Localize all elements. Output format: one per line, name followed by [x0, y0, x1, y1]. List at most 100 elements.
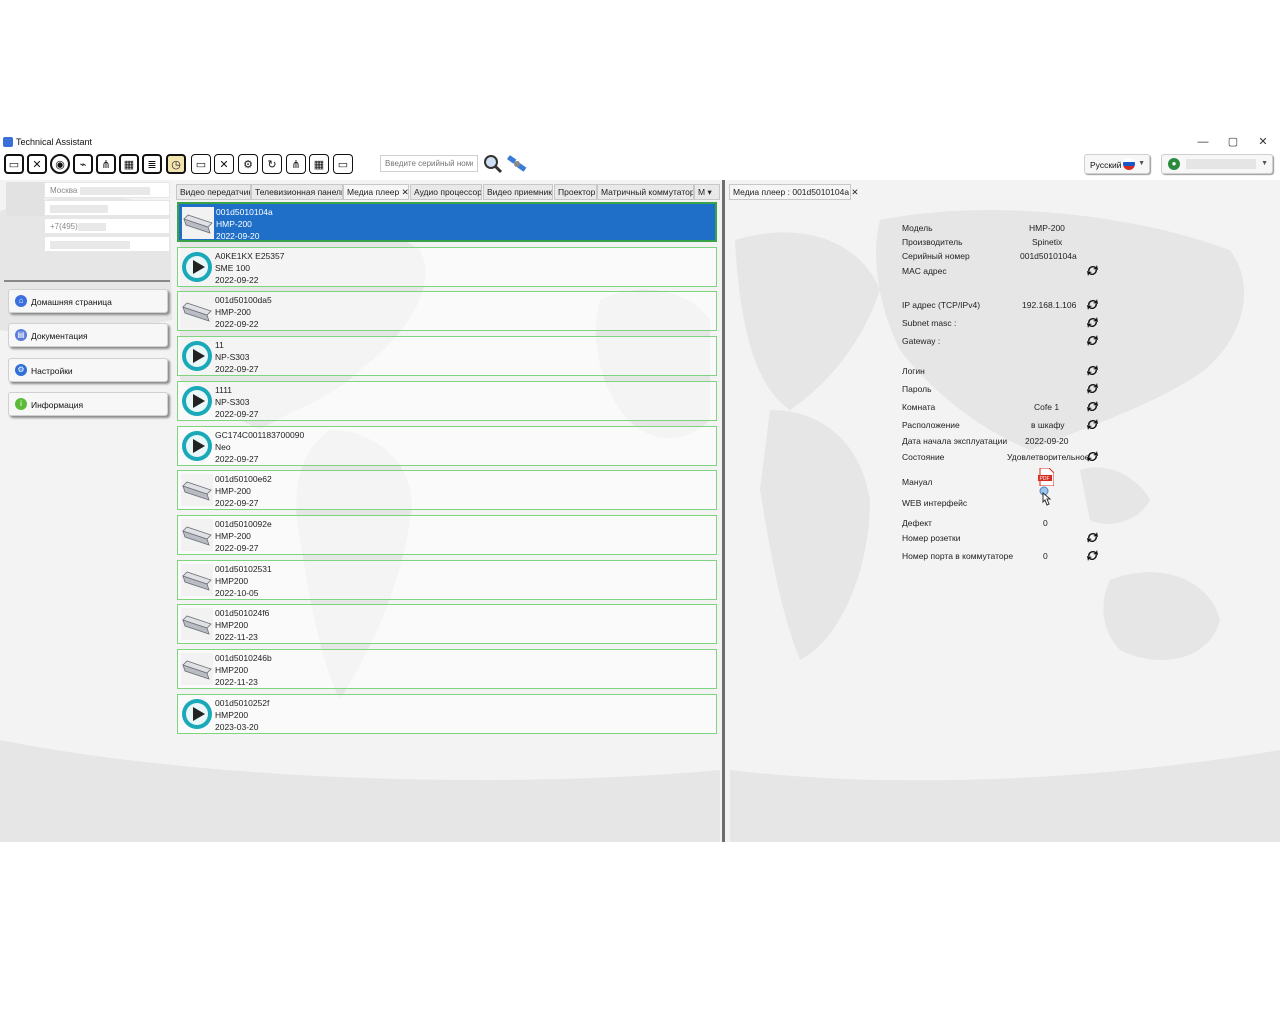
detail-value: HMP-200	[1029, 223, 1065, 233]
window-title: Technical Assistant	[16, 137, 93, 147]
detail-label: Комната	[902, 402, 936, 412]
calendar-icon[interactable]: ▦	[119, 154, 139, 174]
tab-overflow[interactable]: М ▾	[694, 184, 720, 200]
tab-media-player[interactable]: Медиа плеер ✕	[343, 184, 409, 200]
redacted-bar	[77, 222, 106, 231]
device-date: 2022-09-27	[215, 453, 259, 464]
device-date: 2022-09-22	[215, 319, 259, 330]
device-serial: 001d5010104a	[216, 207, 273, 217]
sync-icon[interactable]	[1086, 382, 1099, 395]
pdf-manual-icon[interactable]: PDF	[1038, 468, 1054, 486]
sync-icon[interactable]	[1086, 418, 1099, 431]
tab-audio-processor[interactable]: Аудио процессор	[410, 184, 482, 200]
device-serial: 001d5010246b	[215, 653, 272, 663]
detail-label: Номер розетки	[902, 533, 961, 543]
device-list-item[interactable]: 11 NP-S303 2022-09-27	[177, 336, 717, 377]
web-interface-icon[interactable]	[1036, 486, 1056, 508]
tab-device-details[interactable]: Медиа плеер : 001d5010104a ✕	[729, 184, 859, 200]
sync-icon[interactable]	[1086, 549, 1099, 562]
media-play-icon	[182, 430, 212, 461]
media-player-device-icon	[181, 608, 213, 641]
media-play-icon	[182, 385, 212, 416]
sync-icon[interactable]	[1086, 264, 1099, 277]
device-list-item[interactable]: 001d501024f6 HMP200 2022-11-23	[177, 604, 717, 645]
search-icon[interactable]	[483, 154, 503, 174]
sync-icon[interactable]	[1086, 298, 1099, 311]
device-list-item[interactable]: 001d5010246b HMP200 2022-11-23	[177, 649, 717, 689]
document-icon[interactable]: ≣	[142, 154, 162, 174]
media-player-device-icon	[182, 207, 214, 239]
device-serial: 001d50100da5	[215, 295, 272, 306]
device-list-item[interactable]: 1111 NP-S303 2022-09-27	[177, 380, 717, 421]
sync-icon[interactable]	[1086, 334, 1099, 347]
detail-label: Логин	[902, 366, 925, 376]
title-bar: Technical Assistant — ▢ ✕	[0, 134, 1280, 150]
device-list-item[interactable]: 001d5010104a HMP-200 2022-09-20	[177, 202, 717, 242]
device-date: 2022-09-20	[216, 231, 260, 241]
monitor-calendar-icon[interactable]: ▦	[309, 154, 329, 174]
language-select[interactable]: Русский ▼	[1084, 154, 1150, 174]
media-play-icon	[182, 698, 212, 729]
tab-projector[interactable]: Проектор	[554, 184, 597, 200]
device-model: HMP200	[215, 709, 249, 720]
sync-icon[interactable]	[1086, 316, 1099, 329]
monitor-settings-icon[interactable]: ⚙	[238, 154, 258, 174]
sync-icon[interactable]	[1086, 531, 1099, 544]
monitor-tools-icon[interactable]: ✕	[214, 154, 234, 174]
network-icon[interactable]: ⋔	[96, 154, 116, 174]
serial-search-input[interactable]	[380, 155, 478, 172]
tab-video-receiver[interactable]: Видео приемник	[483, 184, 553, 200]
device-list-item[interactable]: 001d50100da5 HMP-200 2022-09-22	[177, 291, 717, 332]
nav-home-button[interactable]: ⌂ Домашняя страница	[8, 289, 168, 313]
close-button[interactable]: ✕	[1248, 134, 1278, 150]
user-name-field	[1186, 159, 1256, 169]
device-list-item[interactable]: 001d5010092e HMP-200 2022-09-27	[177, 514, 717, 555]
nav-settings-label: Настройки	[31, 366, 73, 376]
device-serial: GC174C001183700090	[215, 429, 305, 440]
panel-splitter[interactable]	[722, 180, 725, 842]
user-icon: ●	[1168, 158, 1180, 170]
clock-icon[interactable]: ◷	[166, 154, 186, 174]
detail-label: Subnet masc :	[902, 318, 957, 328]
monitor-search-icon[interactable]: ▭	[191, 154, 211, 174]
sync-icon[interactable]	[1086, 450, 1099, 463]
device-serial: 001d5010252f	[215, 697, 270, 708]
projector-icon[interactable]: ◉	[50, 154, 70, 174]
satellite-icon[interactable]	[506, 153, 528, 175]
tab-matrix-switcher[interactable]: Матричный коммутатор	[597, 184, 694, 200]
display-icon[interactable]: ▭	[4, 154, 24, 174]
document-icon: ▤	[15, 329, 27, 341]
tab-tv-panel[interactable]: Телевизионная панель	[251, 184, 343, 200]
device-date: 2022-09-27	[215, 498, 259, 509]
cable-icon[interactable]: ⌁	[73, 154, 93, 174]
nav-info-button[interactable]: i Информация	[8, 392, 168, 416]
sync-icon[interactable]	[1086, 364, 1099, 377]
city-field: Москва	[44, 182, 170, 198]
logo-placeholder	[6, 182, 44, 216]
device-list-item[interactable]: GC174C001183700090 Neo 2022-09-27	[177, 425, 717, 466]
tools-icon[interactable]: ✕	[27, 154, 47, 174]
device-list-item[interactable]: 001d50100e62 HMP-200 2022-09-27	[177, 470, 717, 511]
monitor-doc-icon[interactable]: ▭	[333, 154, 353, 174]
tab-video-transmitter[interactable]: Видео передатчик	[176, 184, 251, 200]
device-list-item[interactable]: 001d5010252f HMP200 2023-03-20	[177, 693, 717, 734]
minimize-button[interactable]: —	[1188, 134, 1218, 150]
device-serial: 001d50100e62	[215, 474, 272, 485]
device-model: NP-S303	[215, 352, 250, 363]
city-text: Москва	[50, 186, 78, 195]
media-player-device-icon	[181, 563, 213, 596]
detail-value: Spinetix	[1032, 237, 1063, 247]
nav-docs-button[interactable]: ▤ Документация	[8, 323, 168, 347]
detail-value: 0	[1043, 551, 1048, 561]
device-list-item[interactable]: 001d50102531 HMP200 2022-10-05	[177, 559, 717, 600]
device-list-item[interactable]: A0KE1KX E25357 SME 100 2022-09-22	[177, 246, 717, 287]
user-select[interactable]: ● ▼	[1161, 154, 1273, 174]
nav-settings-button[interactable]: ⚙ Настройки	[8, 358, 168, 382]
monitor-refresh-icon[interactable]: ↻	[262, 154, 282, 174]
monitor-network-icon[interactable]: ⋔	[286, 154, 306, 174]
sync-icon[interactable]	[1086, 400, 1099, 413]
gear-icon: ⚙	[15, 364, 27, 376]
device-model: Neo	[215, 441, 231, 452]
app-window: Technical Assistant — ▢ ✕ ▭ ✕ ◉ ⌁ ⋔ ▦ ≣ …	[0, 134, 1280, 842]
maximize-button[interactable]: ▢	[1218, 134, 1248, 150]
